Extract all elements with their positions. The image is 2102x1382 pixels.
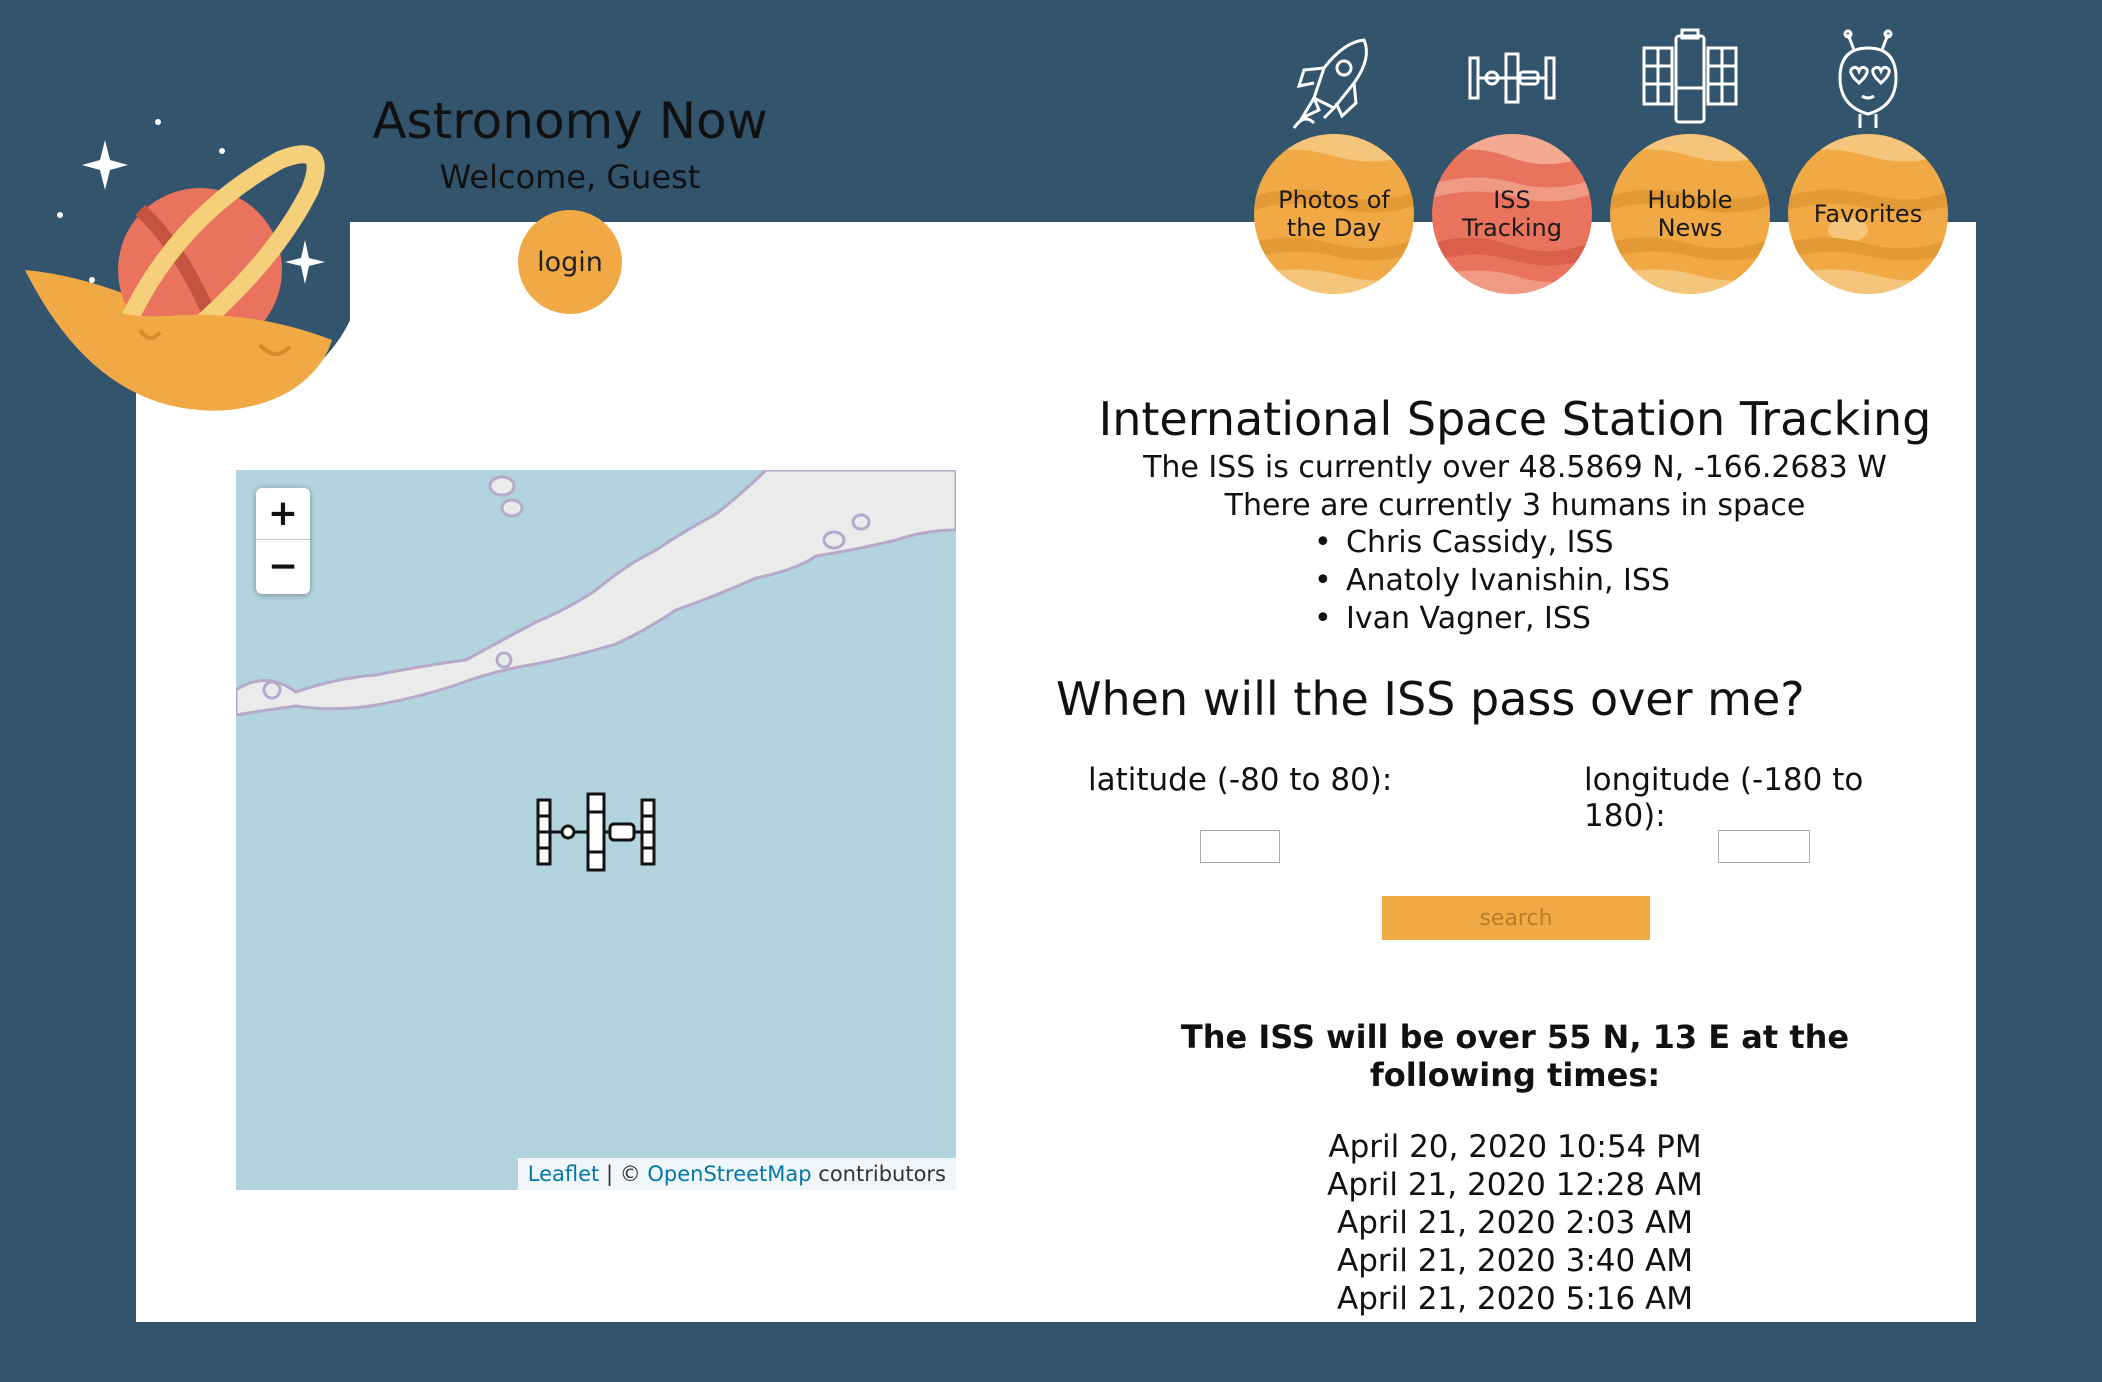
- rocket-icon: [1284, 28, 1384, 138]
- space-station-icon[interactable]: [534, 792, 658, 872]
- nav-iss-tracking[interactable]: ISS Tracking: [1430, 20, 1594, 300]
- logo-planet-icon: [20, 100, 365, 420]
- humans-in-space-text: There are currently 3 humans in space: [1224, 488, 1806, 523]
- leaflet-link[interactable]: Leaflet: [528, 1162, 600, 1186]
- nav-label: ISS Tracking: [1462, 186, 1562, 242]
- iss-map[interactable]: + − Leaflet | © OpenStreetMap contributo…: [236, 470, 956, 1190]
- zoom-in-button[interactable]: +: [256, 488, 310, 540]
- nav-label: Photos of the Day: [1278, 186, 1390, 242]
- pass-over-title: When will the ISS pass over me?: [1056, 672, 1805, 726]
- alien-icon: [1818, 28, 1918, 138]
- nav-photos-of-the-day[interactable]: Photos of the Day: [1252, 20, 1416, 300]
- openstreetmap-link[interactable]: OpenStreetMap: [647, 1162, 811, 1186]
- iss-position-text: The ISS is currently over 48.5869 N, -16…: [1143, 450, 1887, 485]
- list-item: April 21, 2020 3:40 AM: [1336, 1243, 1694, 1279]
- site-title: Astronomy Now: [372, 92, 768, 150]
- space-station-icon: [1462, 28, 1562, 138]
- list-item: April 21, 2020 2:03 AM: [1336, 1205, 1694, 1241]
- login-button[interactable]: login: [518, 210, 622, 314]
- iss-tracking-title: International Space Station Tracking: [1098, 392, 1932, 446]
- list-item: April 20, 2020 10:54 PM: [1328, 1129, 1702, 1165]
- nav-label: Favorites: [1813, 200, 1923, 228]
- zoom-out-button[interactable]: −: [256, 540, 310, 592]
- attribution-separator: | ©: [599, 1162, 648, 1186]
- hubble-telescope-icon: [1640, 28, 1740, 138]
- list-item: Ivan Vagner, ISS: [1314, 600, 1670, 638]
- astronaut-list: Chris Cassidy, ISS Anatoly Ivanishin, IS…: [1314, 524, 1670, 638]
- zoom-control: + −: [256, 488, 310, 594]
- attribution-suffix: contributors: [811, 1162, 946, 1186]
- longitude-input[interactable]: [1718, 830, 1810, 863]
- nav-label: Hubble News: [1647, 186, 1733, 242]
- latitude-label: latitude (-80 to 80):: [1088, 762, 1393, 798]
- nav-favorites[interactable]: Favorites: [1786, 20, 1950, 300]
- pass-result-title: The ISS will be over 55 N, 13 E at the f…: [1180, 1018, 1850, 1094]
- list-item: April 21, 2020 5:16 AM: [1336, 1281, 1694, 1317]
- latitude-input[interactable]: [1200, 830, 1280, 863]
- list-item: Chris Cassidy, ISS: [1314, 524, 1670, 562]
- list-item: April 21, 2020 12:28 AM: [1327, 1167, 1703, 1203]
- welcome-text: Welcome, Guest: [439, 158, 701, 196]
- map-attribution: Leaflet | © OpenStreetMap contributors: [517, 1158, 956, 1190]
- list-item: Anatoly Ivanishin, ISS: [1314, 562, 1670, 600]
- nav-hubble-news[interactable]: Hubble News: [1608, 20, 1772, 300]
- longitude-label: longitude (-180 to 180):: [1584, 762, 1864, 834]
- search-button[interactable]: search: [1382, 896, 1650, 940]
- pass-times-list: April 20, 2020 10:54 PM April 21, 2020 1…: [1160, 1128, 1870, 1318]
